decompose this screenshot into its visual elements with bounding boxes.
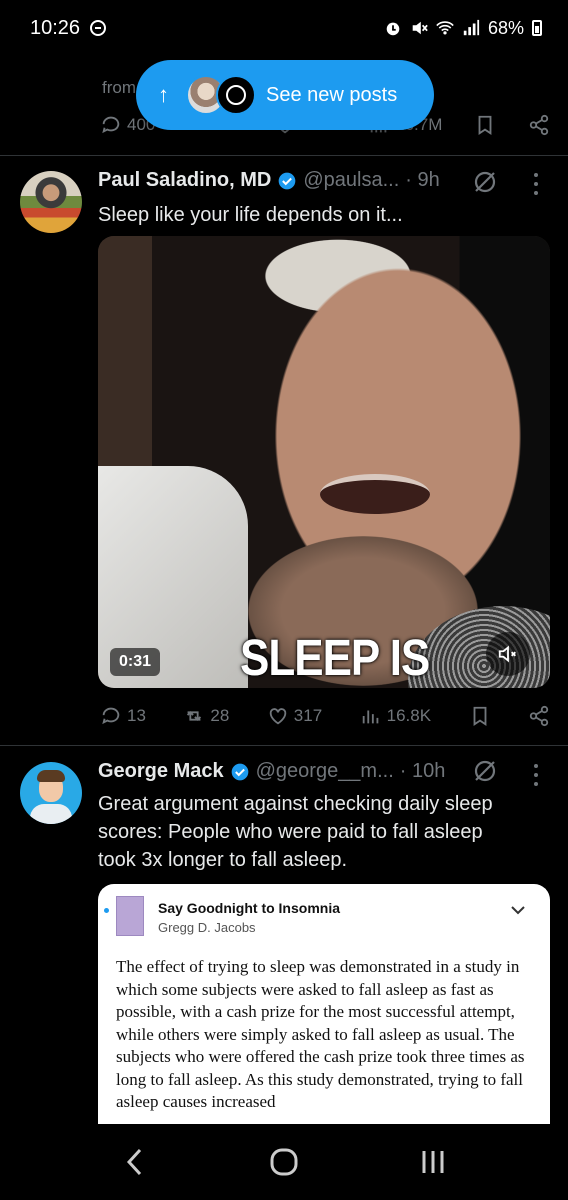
book-cover-thumbnail	[116, 896, 144, 936]
alarm-icon	[386, 22, 400, 36]
status-time: 10:26	[30, 16, 81, 39]
indicator-dot	[104, 908, 109, 913]
do-not-disturb-icon	[90, 20, 107, 36]
avatar[interactable]	[20, 171, 82, 233]
more-options-icon[interactable]	[533, 173, 539, 195]
video-caption: SLEEP IS	[240, 630, 430, 687]
wifi-icon	[436, 21, 454, 35]
status-left: 10:26	[30, 16, 107, 40]
tweet-video[interactable]: SLEEP IS 0:31	[98, 236, 550, 688]
back-icon	[126, 1148, 141, 1176]
speaker-muted-icon	[498, 645, 516, 663]
see-new-posts-button[interactable]: ↑ See new posts	[136, 60, 434, 130]
author-handle[interactable]: @paulsa...	[303, 169, 399, 192]
see-new-posts-label: See new posts	[266, 83, 398, 106]
share-icon	[529, 705, 549, 727]
tweet-time: · 10h	[399, 760, 446, 782]
reply-icon	[102, 707, 120, 725]
status-right: 68%	[384, 18, 542, 39]
tweet[interactable]: Paul Saladino, MD @paulsa... · 9h Sleep …	[0, 157, 568, 746]
tweet-text-line: Great argument against checking daily sl…	[98, 793, 493, 815]
share-button[interactable]	[528, 705, 550, 727]
share-button[interactable]	[528, 114, 550, 136]
repost-button[interactable]: 28	[183, 705, 229, 727]
tweet-text: Great argument against checking daily sl…	[98, 790, 493, 874]
status-bar: 10:26 68%	[0, 0, 568, 56]
book-title: Say Goodnight to Insomnia	[158, 900, 340, 916]
battery-icon	[532, 20, 542, 36]
prev-tweet-text: from	[102, 78, 136, 97]
author-name[interactable]: George Mack	[98, 760, 224, 783]
recents-button[interactable]	[413, 1142, 453, 1182]
avatar	[216, 75, 256, 115]
avatar[interactable]	[20, 762, 82, 824]
book-excerpt-text: The effect of trying to sleep was demons…	[116, 957, 525, 1111]
more-options-icon[interactable]	[533, 764, 539, 786]
bookmark-button[interactable]	[474, 114, 496, 136]
author-name[interactable]: Paul Saladino, MD	[98, 169, 271, 192]
reply-count: 13	[127, 706, 146, 725]
back-button[interactable]	[115, 1142, 155, 1182]
arrow-up-icon: ↑	[158, 82, 169, 107]
home-button[interactable]	[264, 1142, 304, 1182]
bookmark-icon	[478, 115, 492, 135]
author-handle[interactable]: @george__m...	[256, 760, 394, 783]
grok-icon[interactable]	[472, 758, 498, 784]
mute-button[interactable]	[486, 632, 530, 676]
like-count: 317	[293, 706, 323, 725]
mute-icon	[412, 21, 428, 35]
view-count: 16.8K	[386, 706, 432, 725]
repost-count: 28	[210, 706, 230, 725]
tweet-header: George Mack @george__m... · 10h	[98, 760, 445, 783]
tweet-header: Paul Saladino, MD @paulsa... · 9h	[98, 169, 440, 192]
tweet-actions: 13 28 317 16.8K	[100, 705, 550, 727]
bookmark-icon	[473, 706, 486, 726]
battery-percent: 68%	[487, 17, 524, 38]
reply-button[interactable]: 13	[100, 705, 146, 727]
system-navigation-bar	[0, 1124, 568, 1200]
grok-icon[interactable]	[472, 169, 498, 195]
video-mouth	[320, 474, 430, 514]
reply-icon	[102, 116, 120, 134]
tweet-text: Sleep like your life depends on it...	[98, 204, 403, 226]
bookmark-button[interactable]	[469, 705, 491, 727]
views-button[interactable]: 16.8K	[360, 705, 431, 727]
repost-icon	[187, 711, 202, 721]
tweet-text-line: took 3x longer to fall asleep.	[98, 849, 348, 871]
chevron-down-icon[interactable]	[510, 902, 526, 918]
book-excerpt-card[interactable]: Say Goodnight to Insomnia Gregg D. Jacob…	[98, 884, 550, 1144]
tweet-text-line: scores: People who were paid to fall asl…	[98, 821, 483, 843]
tweet-time: · 9h	[405, 169, 440, 191]
recents-icon	[422, 1151, 444, 1173]
signal-icon	[463, 19, 480, 36]
views-icon	[362, 710, 378, 724]
video-duration: 0:31	[110, 648, 161, 676]
verified-badge-icon	[231, 763, 248, 780]
home-icon	[270, 1148, 298, 1176]
heart-icon	[269, 708, 287, 725]
verified-badge-icon	[279, 172, 296, 189]
like-button[interactable]: 317	[267, 705, 322, 727]
share-icon	[529, 114, 549, 136]
new-posts-avatars	[186, 75, 256, 115]
book-author: Gregg D. Jacobs	[158, 920, 256, 935]
